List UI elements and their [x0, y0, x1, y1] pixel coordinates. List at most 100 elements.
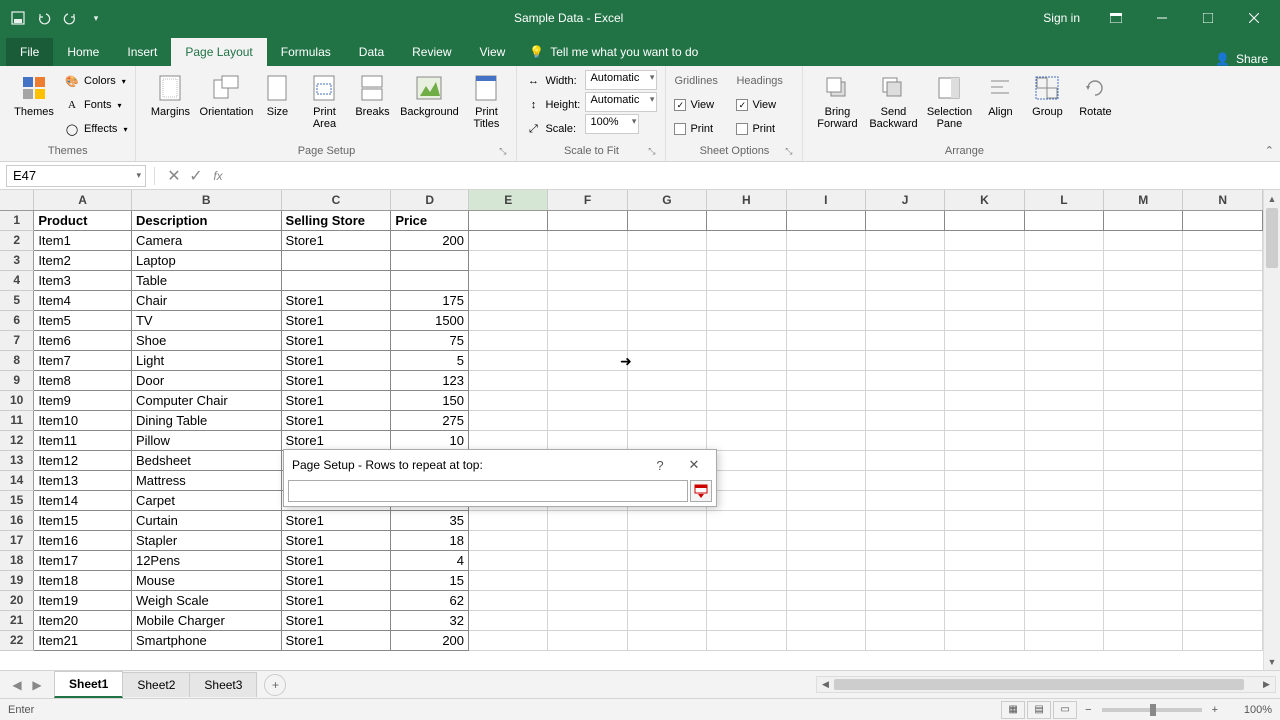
- cell[interactable]: [1104, 370, 1183, 390]
- cell[interactable]: 75: [391, 330, 469, 350]
- cell[interactable]: [548, 230, 627, 250]
- gridlines-print-check[interactable]: Print: [674, 118, 732, 140]
- cell[interactable]: Item4: [34, 290, 132, 310]
- sheet-opts-launcher-icon[interactable]: ⤡: [785, 146, 792, 157]
- cell[interactable]: [786, 530, 865, 550]
- cell[interactable]: [945, 450, 1024, 470]
- cell[interactable]: [627, 270, 706, 290]
- cell[interactable]: [1183, 550, 1263, 570]
- cell[interactable]: Store1: [281, 310, 391, 330]
- cell[interactable]: Item10: [34, 410, 132, 430]
- cell[interactable]: [786, 250, 865, 270]
- cell[interactable]: [548, 290, 627, 310]
- tab-scroll-left-icon[interactable]: ◀: [8, 676, 26, 694]
- breaks-button[interactable]: Breaks: [350, 70, 394, 120]
- cell[interactable]: [865, 590, 944, 610]
- cell[interactable]: [548, 590, 627, 610]
- cell[interactable]: [1183, 210, 1263, 230]
- tab-home[interactable]: Home: [53, 38, 113, 66]
- cell[interactable]: Chair: [131, 290, 281, 310]
- row-head-18[interactable]: 18: [0, 550, 34, 570]
- cell[interactable]: [1104, 610, 1183, 630]
- cell[interactable]: [707, 330, 786, 350]
- cell[interactable]: Laptop: [131, 250, 281, 270]
- cell[interactable]: 200: [391, 230, 469, 250]
- cell[interactable]: [469, 570, 548, 590]
- cell[interactable]: [1183, 510, 1263, 530]
- cell[interactable]: Light: [131, 350, 281, 370]
- cell[interactable]: Store1: [281, 390, 391, 410]
- cell[interactable]: Item18: [34, 570, 132, 590]
- add-sheet-button[interactable]: +: [264, 674, 286, 696]
- cell[interactable]: [707, 610, 786, 630]
- cell[interactable]: [469, 370, 548, 390]
- cell[interactable]: 10: [391, 430, 469, 450]
- cell[interactable]: Store1: [281, 230, 391, 250]
- cell[interactable]: [786, 210, 865, 230]
- cell[interactable]: [786, 310, 865, 330]
- cell[interactable]: [707, 250, 786, 270]
- cell[interactable]: [707, 530, 786, 550]
- cell[interactable]: Item13: [34, 470, 132, 490]
- cell[interactable]: [469, 590, 548, 610]
- cell[interactable]: [945, 590, 1024, 610]
- cell[interactable]: [707, 270, 786, 290]
- cell[interactable]: [548, 310, 627, 330]
- row-head-16[interactable]: 16: [0, 510, 34, 530]
- cell[interactable]: [1024, 430, 1103, 450]
- sheet-tab-1[interactable]: Sheet1: [54, 671, 123, 698]
- row-head-8[interactable]: 8: [0, 350, 34, 370]
- cell[interactable]: [945, 630, 1024, 650]
- cell[interactable]: 1500: [391, 310, 469, 330]
- ribbon-display-icon[interactable]: [1094, 4, 1138, 32]
- cell[interactable]: Price: [391, 210, 469, 230]
- col-head-E[interactable]: E: [469, 190, 548, 210]
- cell[interactable]: [548, 530, 627, 550]
- cell[interactable]: [1024, 290, 1103, 310]
- cell[interactable]: [865, 510, 944, 530]
- cell[interactable]: [469, 250, 548, 270]
- cell[interactable]: Item21: [34, 630, 132, 650]
- dialog-close-icon[interactable]: ✕: [680, 454, 708, 476]
- cell[interactable]: Selling Store: [281, 210, 391, 230]
- row-head-4[interactable]: 4: [0, 270, 34, 290]
- cell[interactable]: Store1: [281, 630, 391, 650]
- cell[interactable]: [1104, 230, 1183, 250]
- cell[interactable]: [1104, 630, 1183, 650]
- cell[interactable]: [1024, 310, 1103, 330]
- tab-view[interactable]: View: [466, 38, 520, 66]
- print-area-button[interactable]: Print Area: [302, 70, 346, 132]
- col-head-A[interactable]: A: [34, 190, 132, 210]
- cell[interactable]: [548, 350, 627, 370]
- cell[interactable]: [945, 210, 1024, 230]
- col-head-L[interactable]: L: [1024, 190, 1103, 210]
- cell[interactable]: [548, 430, 627, 450]
- cell[interactable]: [469, 610, 548, 630]
- cell[interactable]: [865, 210, 944, 230]
- cell[interactable]: [627, 210, 706, 230]
- cell[interactable]: [627, 410, 706, 430]
- rows-to-repeat-input[interactable]: [288, 480, 688, 502]
- cell[interactable]: [865, 610, 944, 630]
- cell[interactable]: Mobile Charger: [131, 610, 281, 630]
- col-head-K[interactable]: K: [945, 190, 1024, 210]
- cell[interactable]: Mattress: [131, 470, 281, 490]
- tab-data[interactable]: Data: [345, 38, 398, 66]
- col-head-G[interactable]: G: [627, 190, 706, 210]
- cell[interactable]: [627, 590, 706, 610]
- scroll-left-icon[interactable]: ◀: [817, 679, 834, 690]
- cell[interactable]: [707, 450, 786, 470]
- cell[interactable]: [865, 390, 944, 410]
- cell[interactable]: [1024, 530, 1103, 550]
- orientation-button[interactable]: Orientation: [200, 70, 252, 120]
- hscroll-thumb[interactable]: [834, 679, 1244, 690]
- col-head-H[interactable]: H: [707, 190, 786, 210]
- cell[interactable]: [627, 430, 706, 450]
- col-head-J[interactable]: J: [865, 190, 944, 210]
- size-button[interactable]: Size: [256, 70, 298, 120]
- cell[interactable]: [786, 490, 865, 510]
- cell[interactable]: Item19: [34, 590, 132, 610]
- cell[interactable]: [945, 550, 1024, 570]
- selection-pane-button[interactable]: Selection Pane: [923, 70, 975, 132]
- cell[interactable]: Item8: [34, 370, 132, 390]
